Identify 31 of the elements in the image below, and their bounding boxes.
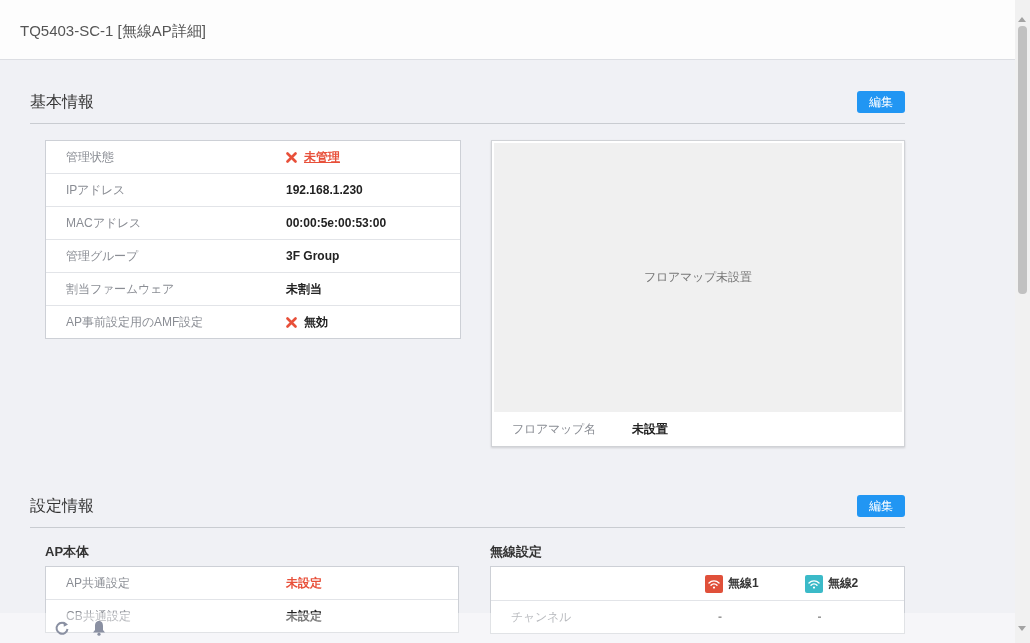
field-label: CB共通設定: [65, 607, 132, 625]
column-header: 無線1: [728, 575, 759, 592]
subsection-title: 無線設定: [490, 544, 543, 560]
table-cell-text: -: [816, 610, 823, 624]
field-label: チャンネル: [510, 608, 572, 626]
field-label: AP共通設定: [65, 574, 131, 592]
page-title: TQ5403-SC-1 [無線AP詳細]: [20, 22, 206, 40]
field-label: AP事前設定用のAMF設定: [65, 313, 205, 331]
value-text: 無効: [304, 313, 328, 331]
field-label: フロアマップ名: [511, 420, 597, 438]
subsection-title: AP本体: [45, 544, 91, 560]
field-label: 管理グループ: [65, 247, 140, 265]
field-label: MACアドレス: [65, 214, 142, 232]
value-text: 3F Group: [286, 249, 340, 263]
edit-button[interactable]: 編集: [857, 495, 905, 517]
status-link[interactable]: 未管理: [304, 148, 340, 166]
value-text: 未設定: [286, 607, 322, 625]
value-text: 192.168.1.230: [286, 183, 363, 197]
value-text: 00:00:5e:00:53:00: [286, 216, 387, 230]
edit-button[interactable]: 編集: [857, 91, 905, 113]
field-label: IPアドレス: [65, 181, 127, 199]
field-label: 割当ファームウェア: [65, 280, 175, 298]
table-cell-text: -: [717, 610, 723, 624]
field-label: 管理状態: [65, 148, 115, 166]
section-title: 基本情報: [30, 91, 94, 112]
value-text: 未割当: [286, 280, 322, 298]
map-placeholder-text: フロアマップ未設置: [644, 269, 752, 286]
section-title: 設定情報: [30, 495, 94, 516]
value-text: 未設置: [632, 420, 668, 438]
column-header: 無線2: [827, 575, 859, 592]
value-text: 未設定: [286, 574, 322, 592]
